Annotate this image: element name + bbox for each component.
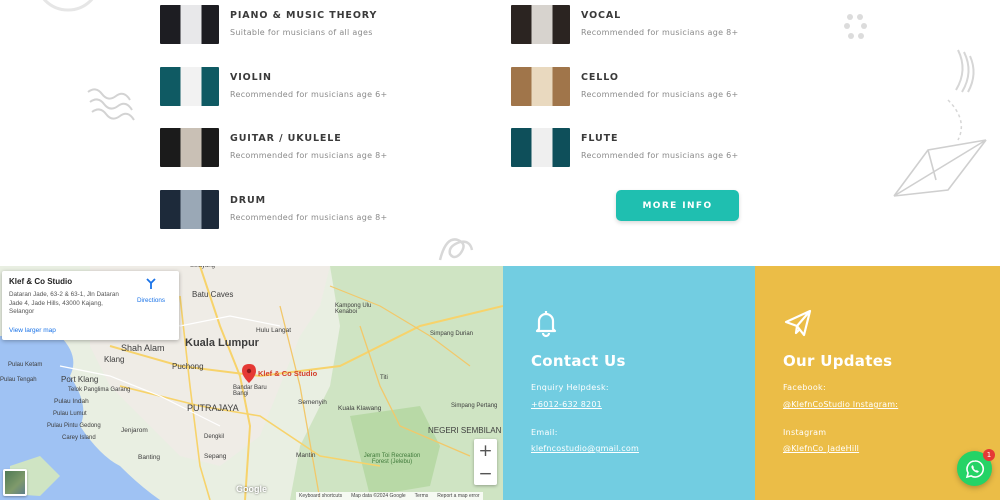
course-item[interactable]: FLUTE Recommended for musicians age 6+ [511, 128, 739, 167]
map-data-credit: Map data ©2024 Google [351, 493, 406, 499]
keyboard-shortcuts-link[interactable]: Keyboard shortcuts [299, 493, 342, 499]
zoom-out-button[interactable]: − [474, 462, 497, 485]
course-item[interactable]: VOCAL Recommended for musicians age 8+ [511, 5, 739, 44]
course-thumbnail [160, 5, 219, 44]
map-place-label: Bandar Baru Bangi [233, 385, 267, 397]
directions-button[interactable]: Directions [134, 277, 168, 304]
map-place-address: Dataran Jade, 63-2 & 63-1, Jln Dataran J… [9, 291, 119, 315]
map-place-label: Pulau Pintu Gedong [47, 423, 101, 429]
course-title: GUITAR / UKULELE [230, 133, 342, 144]
contact-panel: Contact Us Enquiry Helpdesk: +6012-632 8… [503, 266, 755, 500]
course-subtitle: Recommended for musicians age 6+ [230, 90, 388, 99]
swirl-doodle-icon [438, 238, 474, 261]
course-title: CELLO [581, 72, 619, 83]
map-place-label: Sepang [204, 453, 227, 460]
email-link[interactable]: klefncostudio@gmail.com [531, 444, 639, 453]
updates-title: Our Updates [783, 352, 893, 370]
map-place-label: NEGERI SEMBILAN [428, 426, 502, 435]
course-item[interactable]: GUITAR / UKULELE Recommended for musician… [160, 128, 388, 167]
map-place-label: Carey Island [62, 435, 96, 441]
map-place-label: Pulau Indah [54, 398, 89, 405]
map-place-label: Titi [380, 375, 388, 381]
bell-icon [535, 311, 557, 338]
course-title: FLUTE [581, 133, 619, 144]
squiggle-doodle-icon [87, 88, 135, 121]
map-place-label: Semenyih [298, 399, 327, 406]
page: PIANO & MUSIC THEORY Suitable for musicia… [0, 0, 1000, 500]
facebook-link[interactable]: @KlefnCoStudio Instagram: [783, 400, 898, 409]
course-item[interactable]: CELLO Recommended for musicians age 6+ [511, 67, 739, 106]
map-place-label: Pulau Ketam [8, 362, 43, 368]
map-place-label: Selayang [190, 266, 216, 269]
course-thumbnail [160, 190, 219, 229]
paper-plane-icon [784, 309, 812, 337]
course-subtitle: Suitable for musicians of all ages [230, 28, 373, 37]
map-place-label: Port Klang [61, 375, 99, 384]
map-place-label: Batu Caves [192, 290, 234, 299]
instagram-link[interactable]: @KlefnCo_JadeHill [783, 444, 859, 453]
whatsapp-icon [965, 459, 984, 478]
map-place-label: Telok Panglima Garang [68, 387, 131, 393]
facebook-label: Facebook: [783, 383, 826, 392]
map-place-label: Banting [138, 454, 161, 461]
map-place-label: Kuala Klawang [338, 405, 382, 412]
paper-plane-doodle-icon [893, 49, 987, 197]
course-thumbnail [511, 5, 570, 44]
directions-label: Directions [137, 297, 165, 304]
course-item[interactable]: VIOLIN Recommended for musicians age 6+ [160, 67, 388, 106]
map-pin-label: Klef & Co Studio [258, 369, 318, 378]
map-place-label: Pulau Lumut [53, 411, 87, 417]
map-place-label: Puchong [172, 362, 204, 371]
course-subtitle: Recommended for musicians age 8+ [230, 151, 388, 160]
course-subtitle: Recommended for musicians age 8+ [581, 28, 739, 37]
map-place-label: Mantin [296, 452, 316, 459]
zoom-controls: + − [474, 439, 497, 485]
enquiry-label: Enquiry Helpdesk: [531, 383, 609, 392]
map-place-label: Pulau Tengah [0, 377, 37, 383]
email-label: Email: [531, 428, 558, 437]
map-place-label: Jeram Toi Recreation Forest (Jelebu) [363, 453, 421, 465]
map-place-label: Kuala Lumpur [185, 337, 259, 349]
report-error-link[interactable]: Report a map error [437, 493, 479, 499]
course-thumbnail [160, 67, 219, 106]
terms-link[interactable]: Terms [415, 493, 429, 499]
map-place-label: Simpang Pertang [451, 403, 498, 409]
instagram-label: Instagram [783, 428, 827, 437]
map-place-label: Klang [104, 355, 125, 364]
course-thumbnail [160, 128, 219, 167]
course-title: DRUM [230, 195, 266, 206]
google-logo: Google [236, 484, 267, 494]
map-attribution: Keyboard shortcuts Map data ©2024 Google… [296, 492, 483, 500]
map-place-label: Kampong Ulu Kenaboi [335, 303, 372, 315]
zoom-in-button[interactable]: + [474, 439, 497, 462]
map-place-label: Shah Alam [121, 343, 165, 353]
course-title: PIANO & MUSIC THEORY [230, 10, 378, 21]
course-title: VOCAL [581, 10, 622, 21]
course-item[interactable]: PIANO & MUSIC THEORY Suitable for musicia… [160, 5, 377, 44]
course-thumbnail [511, 67, 570, 106]
course-item[interactable]: DRUM Recommended for musicians age 8+ [160, 190, 388, 229]
map-place-label: Dengkil [204, 434, 225, 440]
map-place-label: PUTRAJAYA [187, 403, 239, 413]
map-place-label: Simpang Durian [430, 331, 474, 337]
view-larger-map-link[interactable]: View larger map [9, 327, 56, 334]
directions-icon [146, 278, 156, 289]
notification-badge: 1 [983, 449, 995, 461]
map-place-label: Hulu Langat [256, 327, 292, 334]
phone-link[interactable]: +6012-632 8201 [531, 400, 602, 409]
more-info-button[interactable]: MORE INFO [616, 190, 739, 221]
dots-doodle-icon [844, 14, 867, 39]
circle-doodle-icon [42, 0, 94, 12]
map-place-label: Jenjarom [121, 427, 148, 434]
course-subtitle: Recommended for musicians age 8+ [230, 213, 388, 222]
map-layer-toggle[interactable] [3, 469, 27, 496]
course-subtitle: Recommended for musicians age 6+ [581, 90, 739, 99]
contact-title: Contact Us [531, 352, 626, 370]
course-subtitle: Recommended for musicians age 6+ [581, 151, 739, 160]
course-title: VIOLIN [230, 72, 272, 83]
map-info-card: Klef & Co Studio Dataran Jade, 63-2 & 63… [2, 271, 179, 340]
course-thumbnail [511, 128, 570, 167]
